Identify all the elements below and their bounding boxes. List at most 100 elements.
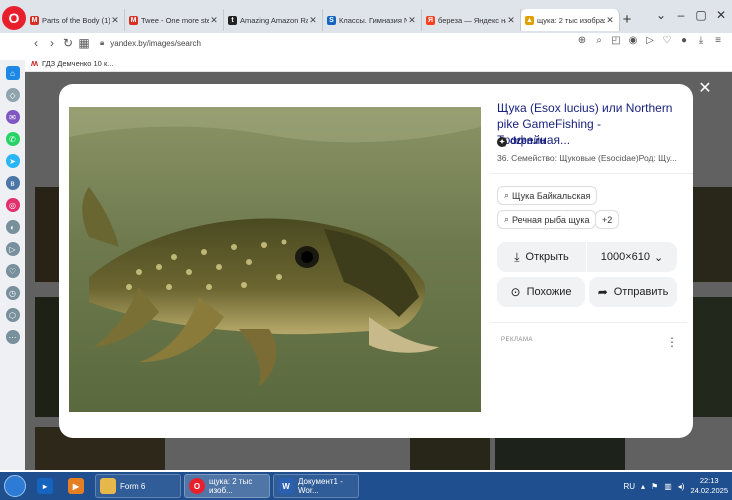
media-player-icon: ▶ bbox=[68, 478, 84, 494]
home-icon[interactable]: ⌂ bbox=[5, 66, 20, 80]
zoom-icon[interactable]: ⌕ bbox=[593, 35, 605, 46]
pike-image[interactable] bbox=[69, 107, 481, 412]
dzen-icon: ✦ bbox=[497, 136, 507, 147]
messenger-icon[interactable]: ✉ bbox=[5, 110, 20, 124]
more-tags-button[interactable]: +2 bbox=[595, 210, 620, 229]
player-icon[interactable]: ▷ bbox=[5, 242, 20, 256]
divider bbox=[491, 173, 693, 174]
taskbar-pin[interactable]: ▸ bbox=[33, 474, 61, 498]
system-tray: RU ▴ ⚑ ▥ ◂) 22:13 24.02.2025 bbox=[623, 472, 728, 500]
taskbar-label: щука: 2 тыс изоб... bbox=[209, 477, 253, 495]
tab-label: Amazing Amazon Rainfo bbox=[240, 15, 308, 25]
size-label: 1000×610 bbox=[600, 251, 651, 263]
size-select[interactable]: 1000×610 ⌄ bbox=[587, 242, 677, 272]
clock-date: 24.02.2025 bbox=[690, 486, 728, 495]
share-icon: ➦ bbox=[597, 285, 608, 299]
minimize-button[interactable]: – bbox=[674, 8, 688, 22]
tumblr-icon: t bbox=[228, 15, 237, 25]
search-icon: ⌕ bbox=[504, 214, 510, 224]
tab-6-active[interactable]: ▲ щука: 2 тыс изображе ✕ bbox=[521, 9, 620, 31]
chevron-down-icon: ⌄ bbox=[654, 251, 664, 264]
close-tab-icon[interactable]: ✕ bbox=[407, 15, 417, 26]
lens-icon[interactable]: ⊕ bbox=[576, 35, 588, 46]
workspace-icon[interactable]: ◇ bbox=[5, 88, 20, 102]
kebab-menu-icon[interactable]: ⋮ bbox=[666, 335, 678, 349]
clock[interactable]: 22:13 24.02.2025 bbox=[690, 476, 728, 496]
bookmark-gdz[interactable]: ГДЗ Демченко 10 к... bbox=[42, 59, 113, 68]
address-bar: ‹ › ↻ ▦ 🔒︎ yandex.by/images/search ⊕ ⌕ ◰… bbox=[0, 33, 732, 53]
reload-icon[interactable]: ↻ bbox=[60, 36, 76, 50]
opera-menu-icon[interactable]: O bbox=[2, 6, 26, 30]
tab-2[interactable]: M Twee - One more step a ✕ bbox=[125, 9, 224, 31]
windows-icon bbox=[4, 475, 26, 497]
tab-3[interactable]: t Amazing Amazon Rainfo ✕ bbox=[224, 9, 323, 31]
bookmark-favicon-icon: ʍ bbox=[31, 58, 39, 68]
volume-icon[interactable]: ◂) bbox=[678, 482, 685, 491]
telegram-icon[interactable]: ➤ bbox=[5, 154, 20, 168]
close-tab-icon[interactable]: ✕ bbox=[110, 15, 120, 26]
maximize-button[interactable]: ▢ bbox=[694, 8, 708, 22]
account-icon[interactable]: ● bbox=[678, 35, 690, 46]
taskbar-pin[interactable]: ▶ bbox=[64, 474, 92, 498]
tab-5[interactable]: Я береза — Яндекс нашл ✕ bbox=[422, 9, 521, 31]
tab-bar: O M Parts of the Body (1).pdf ✕ M Twee -… bbox=[0, 0, 732, 33]
speed-dial-icon[interactable]: ▦ bbox=[76, 36, 92, 50]
lock-icon[interactable]: 🔒︎ bbox=[100, 38, 104, 48]
more-icon[interactable]: ⋯ bbox=[5, 330, 20, 344]
tab-label: Twee - One more step a bbox=[141, 15, 209, 25]
tab-menu-icon[interactable]: ⌄ bbox=[654, 8, 668, 22]
history-icon[interactable]: ◷ bbox=[5, 286, 20, 300]
forward-icon[interactable]: › bbox=[44, 36, 60, 50]
bookmarks-bar: ʍ ГДЗ Демченко 10 к... bbox=[0, 55, 732, 72]
back-icon[interactable]: ‹ bbox=[28, 36, 44, 50]
instagram-icon[interactable]: ◎ bbox=[5, 198, 20, 212]
action-center-icon[interactable]: ⚑ bbox=[651, 482, 658, 491]
share-label: Отправить bbox=[613, 286, 669, 298]
start-button[interactable] bbox=[0, 472, 30, 500]
source-link[interactable]: ✦ dzen.ru bbox=[497, 136, 546, 147]
similar-button[interactable]: ⊙ Похожие bbox=[497, 277, 585, 307]
share-button[interactable]: ➦ Отправить bbox=[589, 277, 677, 307]
address-actions: ⊕ ⌕ ◰ ◉ ▷ ♡ ● ⤓ ≡ bbox=[576, 35, 724, 46]
gmail-icon: M bbox=[129, 15, 138, 25]
language-indicator[interactable]: RU bbox=[623, 482, 635, 491]
tray-expand-icon[interactable]: ▴ bbox=[641, 482, 645, 491]
close-tab-icon[interactable]: ✕ bbox=[209, 15, 219, 26]
taskbar-window-folder[interactable]: Form 6 bbox=[95, 474, 181, 498]
close-tab-icon[interactable]: ✕ bbox=[605, 15, 615, 26]
whatsapp-icon[interactable]: ✆ bbox=[5, 132, 20, 146]
url-field[interactable]: yandex.by/images/search bbox=[110, 39, 201, 48]
taskbar-window-opera[interactable]: O щука: 2 тыс изоб... bbox=[184, 474, 270, 498]
new-tab-button[interactable]: + bbox=[620, 11, 634, 28]
yandex-icon: Я bbox=[426, 15, 435, 25]
tab-1[interactable]: M Parts of the Body (1).pdf ✕ bbox=[26, 9, 125, 31]
taskbar-label: Form 6 bbox=[120, 481, 146, 491]
tag-chip[interactable]: ⌕ Щука Байкальская bbox=[497, 186, 598, 205]
music-icon[interactable]: ◐ bbox=[5, 220, 20, 234]
tab-4[interactable]: S Классы. Гимназия № 2 ✕ bbox=[323, 9, 422, 31]
close-modal-button[interactable]: ✕ bbox=[696, 80, 714, 98]
open-label: Открыть bbox=[525, 251, 569, 263]
close-tab-icon[interactable]: ✕ bbox=[506, 15, 516, 26]
source-label: dzen.ru bbox=[510, 136, 546, 147]
favorites-icon[interactable]: ♡ bbox=[5, 264, 20, 278]
play-icon[interactable]: ▷ bbox=[644, 35, 656, 46]
download-icon[interactable]: ⤓ bbox=[695, 35, 707, 46]
snapshot-icon[interactable]: ◰ bbox=[610, 35, 622, 46]
tab-label: Классы. Гимназия № 2 bbox=[339, 15, 407, 25]
close-tab-icon[interactable]: ✕ bbox=[308, 15, 318, 26]
taskbar-window-word[interactable]: W Документ1 - Wor... bbox=[273, 474, 359, 498]
extensions-icon[interactable]: ⬡ bbox=[5, 308, 20, 322]
menu-icon[interactable]: ≡ bbox=[712, 35, 724, 46]
tab-strip: M Parts of the Body (1).pdf ✕ M Twee - O… bbox=[26, 9, 620, 31]
open-button[interactable]: ⤓ Открыть bbox=[497, 242, 586, 272]
tag-chip[interactable]: ⌕ Речная рыба щука bbox=[497, 210, 597, 229]
camera-icon[interactable]: ◉ bbox=[627, 35, 639, 46]
heart-icon[interactable]: ♡ bbox=[661, 35, 673, 46]
network-icon[interactable]: ▥ bbox=[664, 482, 672, 491]
folder-icon bbox=[100, 478, 116, 494]
tab-label: щука: 2 тыс изображе bbox=[537, 15, 605, 25]
close-window-button[interactable]: ✕ bbox=[714, 8, 728, 22]
vk-icon[interactable]: в bbox=[5, 176, 20, 190]
clock-time: 22:13 bbox=[699, 476, 719, 485]
